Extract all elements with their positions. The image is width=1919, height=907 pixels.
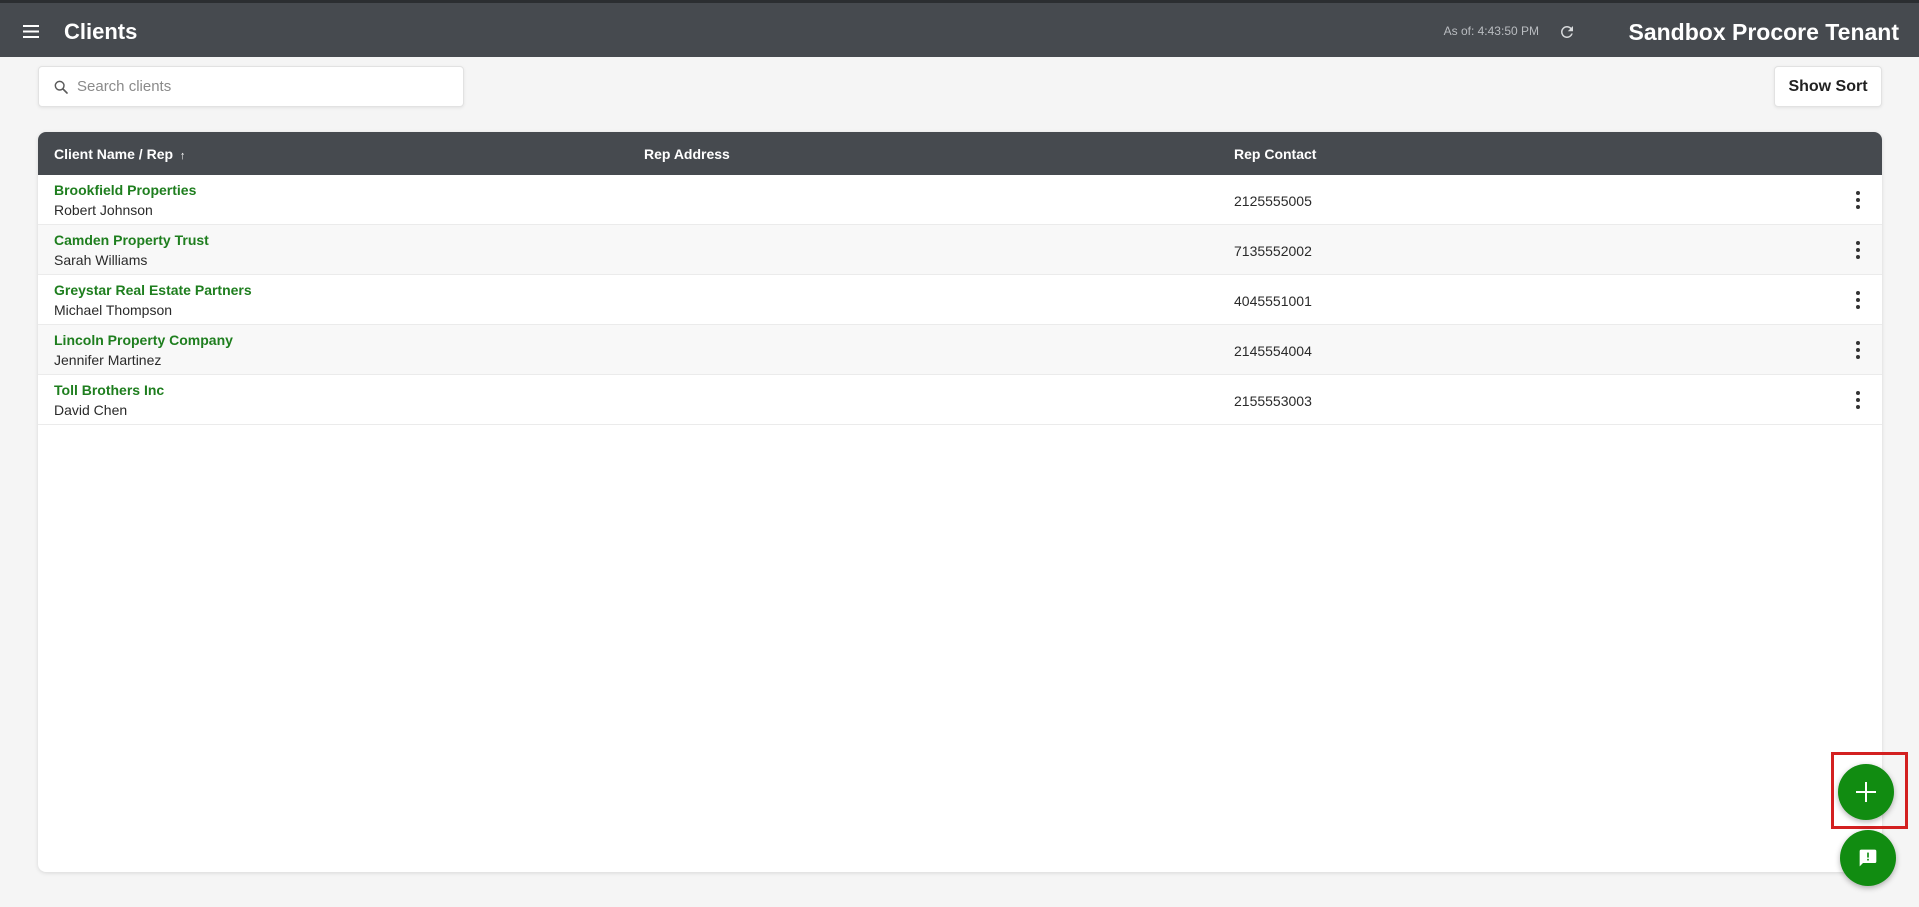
rep-contact: 4045551001 bbox=[1234, 293, 1312, 309]
plus-icon bbox=[1856, 782, 1876, 802]
client-name-link[interactable]: Camden Property Trust bbox=[54, 232, 209, 248]
show-sort-button[interactable]: Show Sort bbox=[1774, 66, 1882, 107]
more-vertical-icon bbox=[1856, 241, 1860, 245]
table-row: Toll Brothers Inc David Chen 2155553003 bbox=[38, 375, 1882, 425]
column-header-rep-contact: Rep Contact bbox=[1234, 146, 1317, 162]
table-header: Client Name / Rep ↑ Rep Address Rep Cont… bbox=[38, 132, 1882, 175]
column-header-client-name[interactable]: Client Name / Rep ↑ bbox=[54, 146, 185, 162]
rep-contact: 2125555005 bbox=[1234, 193, 1312, 209]
client-name-link[interactable]: Brookfield Properties bbox=[54, 182, 196, 198]
rep-name: Jennifer Martinez bbox=[54, 352, 162, 368]
row-more-options-button[interactable] bbox=[1850, 288, 1866, 312]
row-more-options-button[interactable] bbox=[1850, 188, 1866, 212]
rep-name: David Chen bbox=[54, 402, 128, 418]
row-more-options-button[interactable] bbox=[1850, 338, 1866, 362]
add-client-button[interactable] bbox=[1838, 764, 1894, 820]
rep-name: Sarah Williams bbox=[54, 252, 148, 268]
column-header-rep-address: Rep Address bbox=[644, 146, 730, 162]
more-vertical-icon bbox=[1856, 341, 1860, 345]
page-title: Clients bbox=[64, 19, 138, 44]
search-input[interactable] bbox=[77, 67, 457, 106]
hamburger-menu-icon bbox=[23, 24, 39, 38]
client-name-link[interactable]: Toll Brothers Inc bbox=[54, 382, 164, 398]
client-name-link[interactable]: Greystar Real Estate Partners bbox=[54, 282, 252, 298]
more-vertical-icon bbox=[1856, 391, 1860, 395]
row-more-options-button[interactable] bbox=[1850, 238, 1866, 262]
table-row: Lincoln Property Company Jennifer Martin… bbox=[38, 325, 1882, 375]
table-row: Greystar Real Estate Partners Michael Th… bbox=[38, 275, 1882, 325]
refresh-button[interactable] bbox=[1556, 21, 1578, 43]
hamburger-menu-button[interactable] bbox=[18, 20, 44, 42]
app-header: Clients As of: 4:43:50 PM Sandbox Procor… bbox=[0, 0, 1919, 57]
column-header-label: Client Name / Rep bbox=[54, 146, 174, 162]
rep-contact: 7135552002 bbox=[1234, 243, 1312, 259]
table-row: Camden Property Trust Sarah Williams 713… bbox=[38, 225, 1882, 275]
rep-name: Robert Johnson bbox=[54, 202, 153, 218]
search-icon bbox=[54, 80, 68, 94]
sort-ascending-icon: ↑ bbox=[179, 150, 186, 162]
clients-table: Client Name / Rep ↑ Rep Address Rep Cont… bbox=[38, 132, 1882, 872]
client-name-link[interactable]: Lincoln Property Company bbox=[54, 332, 233, 348]
row-more-options-button[interactable] bbox=[1850, 388, 1866, 412]
feedback-button[interactable] bbox=[1840, 830, 1896, 886]
as-of-timestamp: As of: 4:43:50 PM bbox=[1443, 24, 1539, 38]
feedback-chat-icon bbox=[1859, 849, 1877, 867]
refresh-icon bbox=[1560, 25, 1573, 38]
table-row: Brookfield Properties Robert Johnson 212… bbox=[38, 175, 1882, 225]
rep-contact: 2145554004 bbox=[1234, 343, 1312, 359]
more-vertical-icon bbox=[1856, 291, 1860, 295]
tenant-name: Sandbox Procore Tenant bbox=[1628, 19, 1899, 45]
table-body: Brookfield Properties Robert Johnson 212… bbox=[38, 175, 1882, 425]
rep-name: Michael Thompson bbox=[54, 302, 173, 318]
rep-contact: 2155553003 bbox=[1234, 393, 1312, 409]
search-box bbox=[38, 66, 464, 107]
more-vertical-icon bbox=[1856, 191, 1860, 195]
